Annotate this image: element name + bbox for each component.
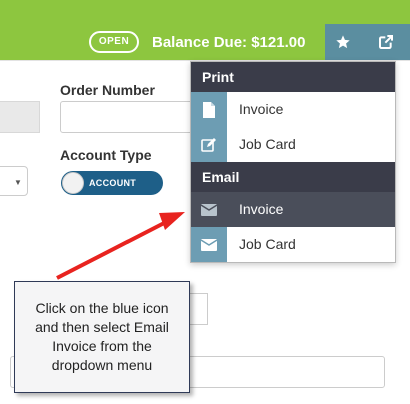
instruction-callout: Click on the blue icon and then select E… xyxy=(14,281,190,393)
callout-text: Click on the blue icon and then select E… xyxy=(35,300,169,373)
